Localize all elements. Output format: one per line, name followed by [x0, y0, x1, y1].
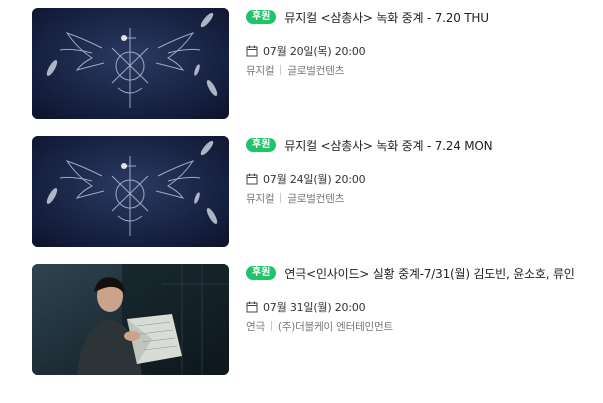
event-organizer: 글로벌컨텐츠	[287, 64, 345, 77]
event-thumbnail[interactable]	[32, 8, 229, 119]
event-title[interactable]: 뮤지컬 <삼총사> 녹화 중계 - 7.20 THU	[284, 9, 489, 26]
event-thumbnail[interactable]	[32, 136, 229, 247]
musketeers-crest-image	[32, 136, 229, 247]
meta-divider	[280, 193, 282, 203]
event-date: 07월 20일(목) 20:00	[263, 45, 366, 58]
meta-row: 뮤지컬 글로벌컨텐츠	[246, 191, 596, 205]
event-genre: 연극	[246, 320, 265, 333]
date-row: 07월 20일(목) 20:00	[246, 44, 596, 58]
event-info: 후원 뮤지컬 <삼총사> 녹화 중계 - 7.20 THU 07월 20일(목)…	[246, 8, 596, 77]
calendar-icon	[246, 45, 258, 57]
event-genre: 뮤지컬	[246, 192, 275, 205]
event-title[interactable]: 연극<인사이드> 실황 중계-7/31(월) 김도빈, 윤소호, 류인	[284, 265, 574, 282]
event-date: 07월 31일(월) 20:00	[263, 301, 366, 314]
date-row: 07월 24일(월) 20:00	[246, 172, 596, 186]
calendar-icon	[246, 173, 258, 185]
title-row[interactable]: 후원 뮤지컬 <삼총사> 녹화 중계 - 7.24 MON	[246, 136, 596, 154]
title-row[interactable]: 후원 연극<인사이드> 실황 중계-7/31(월) 김도빈, 윤소호, 류인	[246, 264, 596, 282]
event-genre: 뮤지컬	[246, 64, 275, 77]
meta-row: 연극 (주)더블케이 엔터테인먼트	[246, 319, 596, 333]
calendar-icon	[246, 301, 258, 313]
event-organizer: (주)더블케이 엔터테인먼트	[277, 320, 393, 333]
list-item[interactable]: 후원 뮤지컬 <삼총사> 녹화 중계 - 7.24 MON 07월 24일(월)…	[0, 136, 603, 248]
event-info: 후원 뮤지컬 <삼총사> 녹화 중계 - 7.24 MON 07월 24일(월)…	[246, 136, 596, 205]
list-item[interactable]: 후원 연극<인사이드> 실황 중계-7/31(월) 김도빈, 윤소호, 류인 0…	[0, 264, 603, 376]
sponsor-badge: 후원	[246, 266, 277, 280]
event-title[interactable]: 뮤지컬 <삼총사> 녹화 중계 - 7.24 MON	[284, 137, 492, 154]
musketeers-crest-image	[32, 8, 229, 119]
event-list: 후원 뮤지컬 <삼총사> 녹화 중계 - 7.20 THU 07월 20일(목)…	[0, 0, 603, 403]
sponsor-badge: 후원	[246, 138, 277, 152]
sponsor-badge: 후원	[246, 10, 277, 24]
event-info: 후원 연극<인사이드> 실황 중계-7/31(월) 김도빈, 윤소호, 류인 0…	[246, 264, 596, 333]
event-organizer: 글로벌컨텐츠	[287, 192, 345, 205]
date-row: 07월 31일(월) 20:00	[246, 300, 596, 314]
event-thumbnail[interactable]	[32, 264, 229, 375]
meta-divider	[270, 321, 272, 331]
inside-poster-image	[32, 264, 229, 375]
meta-divider	[280, 65, 282, 75]
list-item[interactable]: 후원 뮤지컬 <삼총사> 녹화 중계 - 7.20 THU 07월 20일(목)…	[0, 8, 603, 120]
title-row[interactable]: 후원 뮤지컬 <삼총사> 녹화 중계 - 7.20 THU	[246, 8, 596, 26]
event-date: 07월 24일(월) 20:00	[263, 173, 366, 186]
meta-row: 뮤지컬 글로벌컨텐츠	[246, 63, 596, 77]
